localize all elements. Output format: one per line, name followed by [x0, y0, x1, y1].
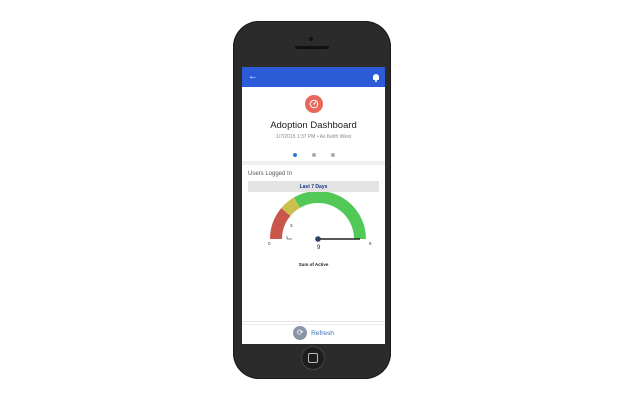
gauge-band [294, 192, 366, 239]
camera-dot [309, 37, 313, 41]
gauge-value-label: 9 [317, 245, 321, 251]
phone-screen: ← Adoption Dashboard 1/7/2015 1:37 PM • … [242, 67, 385, 344]
refresh-icon[interactable]: ⟳ [293, 326, 308, 340]
footer-bar: ⟳ Refresh [242, 321, 385, 344]
page-dot[interactable] [330, 153, 335, 157]
gauge-min-label: 0 [268, 241, 271, 246]
widget-card: Users Logged In Last 7 Days 0 3 9 9 Sum … [242, 165, 385, 272]
phone-frame: ← Adoption Dashboard 1/7/2015 1:37 PM • … [233, 21, 391, 379]
arrow-left-icon[interactable]: ← [248, 72, 258, 82]
refresh-button[interactable]: Refresh [311, 330, 334, 337]
gauge-max-label: 9 [369, 241, 372, 246]
gauge-mid-label: 3 [290, 223, 293, 228]
home-square-icon [308, 353, 318, 363]
speedometer-icon [304, 95, 323, 113]
page-subtitle: 1/7/2015 1:37 PM • As Keith West [275, 134, 352, 140]
home-button[interactable] [301, 346, 325, 370]
bell-icon[interactable] [373, 74, 379, 82]
gauge-chart: 0 3 9 9 Sum of Active [248, 192, 379, 272]
page-indicator [242, 153, 385, 157]
gauge-svg [270, 192, 366, 242]
page-dot[interactable] [311, 153, 316, 157]
filter-bar[interactable]: Last 7 Days [248, 181, 379, 192]
gauge-measure-label: Sum of Active [298, 262, 329, 267]
dashboard-header: Adoption Dashboard 1/7/2015 1:37 PM • As… [242, 87, 385, 165]
page-title: Adoption Dashboard [270, 120, 357, 131]
widget-title: Users Logged In [248, 171, 293, 177]
top-bar: ← [242, 67, 385, 87]
gauge-hub [315, 236, 321, 242]
page-dot[interactable] [292, 153, 297, 157]
earpiece [295, 46, 329, 49]
